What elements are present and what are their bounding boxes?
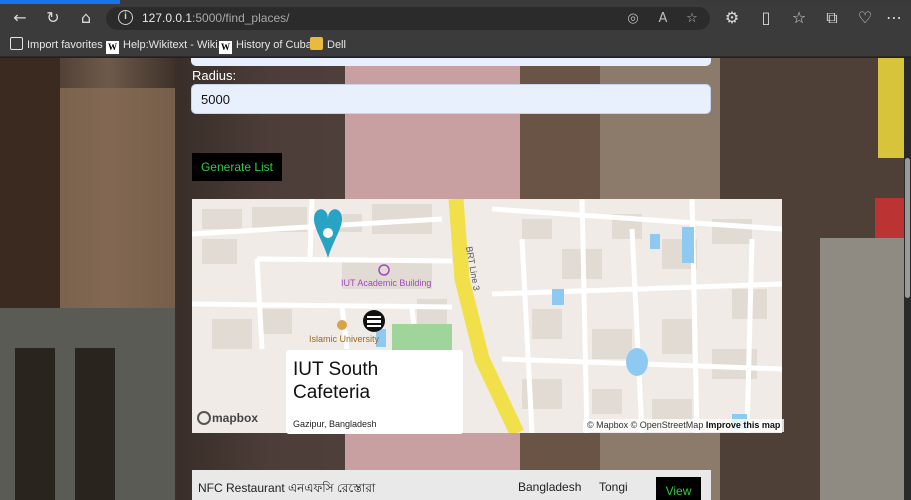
favorite-dell[interactable]: Dell — [310, 37, 346, 53]
more-menu-icon[interactable]: ⋯ — [884, 8, 904, 28]
place-input[interactable] — [191, 58, 711, 66]
mapbox-logo[interactable]: mapbox — [197, 411, 258, 429]
wikipedia-icon: W — [106, 41, 119, 54]
back-arrow-icon[interactable]: ← — [10, 8, 30, 28]
address-bar[interactable]: i 127.0.0.1:5000/find_places/ ◎ A ☆ — [106, 7, 710, 30]
favorite-star-icon[interactable]: ☆ — [683, 10, 701, 28]
favorite-history-cuba[interactable]: W History of Cuba — [219, 37, 312, 54]
map-road-brt — [448, 199, 524, 433]
popup-subtitle: Gazipur, Bangladesh — [293, 419, 377, 429]
url-text[interactable]: 127.0.0.1:5000/find_places/ — [142, 11, 289, 25]
background-building — [820, 238, 904, 500]
scrollbar-thumb[interactable] — [905, 158, 910, 298]
import-icon — [10, 37, 23, 50]
collections-icon[interactable]: ⧉ — [822, 8, 842, 28]
copilot-icon[interactable]: ♡ — [855, 8, 875, 28]
popup-title: IUT South Cafeteria — [293, 359, 379, 403]
site-info-icon[interactable]: i — [118, 10, 133, 25]
favorite-import[interactable]: Import favorites — [10, 37, 103, 53]
map-attribution: © Mapbox © OpenStreetMap Improve this ma… — [583, 419, 785, 432]
refresh-icon[interactable]: ↻ — [43, 8, 63, 28]
generate-list-button[interactable]: Generate List — [192, 153, 282, 181]
radius-input[interactable]: 5000 — [191, 84, 711, 114]
attribution-text[interactable]: © Mapbox © OpenStreetMap — [587, 420, 703, 430]
read-aloud-icon[interactable]: A — [654, 10, 672, 28]
background-building — [75, 348, 115, 500]
home-icon[interactable]: ⌂ — [76, 8, 96, 28]
view-button[interactable]: View — [656, 477, 701, 500]
background-building — [15, 348, 55, 500]
map-label-university: Islamic University — [309, 334, 380, 344]
result-country: Bangladesh — [518, 480, 582, 494]
split-screen-icon[interactable]: ▯ — [756, 8, 776, 28]
location-icon[interactable]: ◎ — [624, 10, 642, 28]
page-scrollbar[interactable] — [904, 58, 911, 500]
map-popup[interactable]: IUT South Cafeteria Gazipur, Bangladesh — [286, 350, 463, 434]
map-label-academic: IUT Academic Building — [341, 278, 431, 288]
favorites-bar: Import favorites W Help:Wikitext - Wiki..… — [0, 33, 911, 57]
browser-toolbar: ← ↻ ⌂ i 127.0.0.1:5000/find_places/ ◎ A … — [0, 4, 911, 33]
wikipedia-icon: W — [219, 41, 232, 54]
favorites-icon[interactable]: ☆ — [789, 8, 809, 28]
map-canvas[interactable]: IUT Academic Building Islamic University… — [192, 199, 782, 433]
map-park — [392, 324, 452, 352]
map-poi-university-icon[interactable] — [337, 320, 347, 330]
folder-icon — [310, 37, 323, 50]
background-sign — [878, 58, 904, 158]
background-sign — [875, 198, 904, 238]
mapbox-logo-icon — [197, 411, 211, 425]
improve-map-link[interactable]: Improve this map — [706, 420, 781, 430]
extensions-icon[interactable]: ⚙ — [722, 8, 742, 28]
map[interactable]: IUT Academic Building Islamic University… — [192, 199, 782, 433]
result-city: Tongi — [599, 480, 628, 494]
table-row: NFC Restaurant এনএফসি রেস্তোরা Banglades… — [192, 470, 711, 500]
result-name: NFC Restaurant এনএফসি রেস্তোরা — [198, 481, 376, 495]
radius-label: Radius: — [192, 68, 237, 83]
favorite-wikitext[interactable]: W Help:Wikitext - Wiki... — [106, 37, 227, 54]
